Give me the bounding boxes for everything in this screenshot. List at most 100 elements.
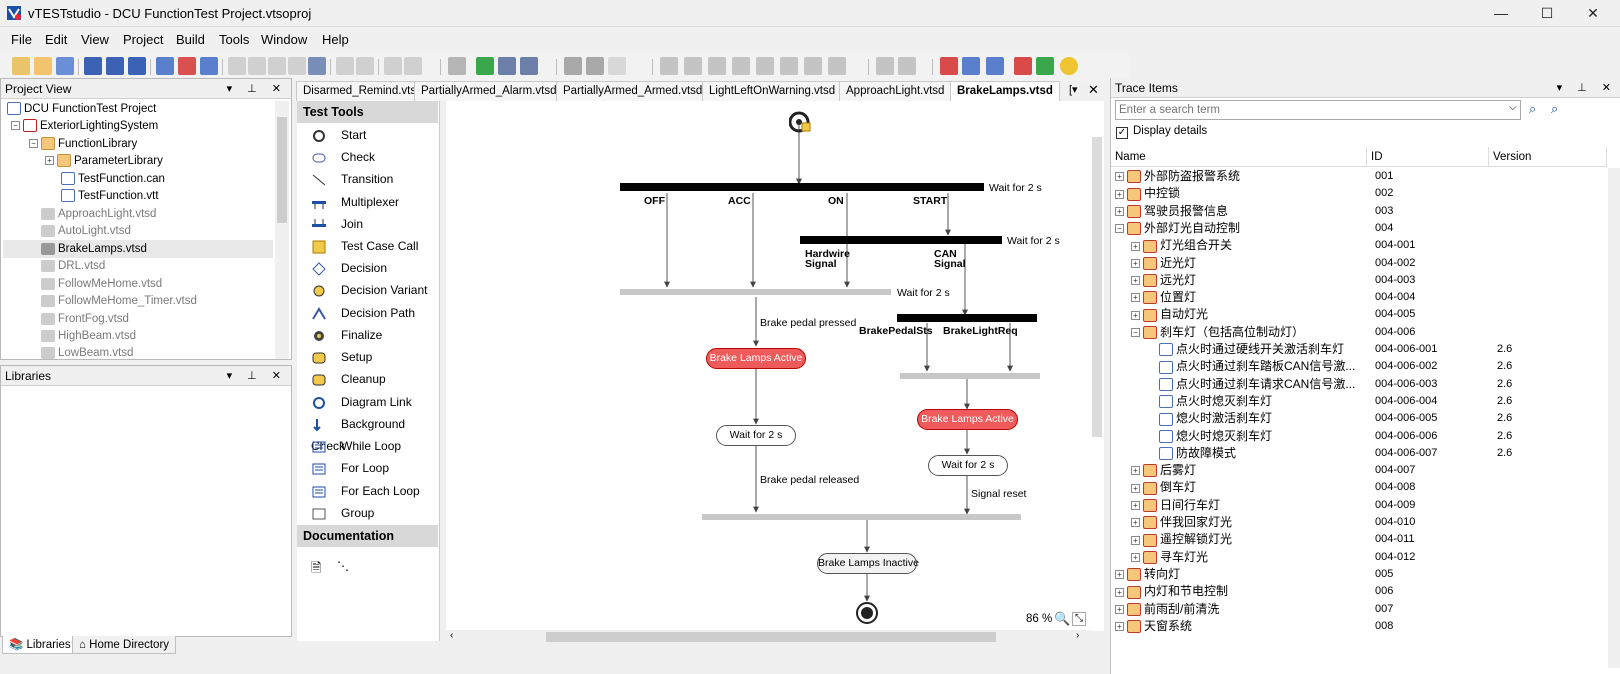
uncomment-icon[interactable] xyxy=(404,57,422,75)
trace-item-row[interactable]: − 外部灯光自动控制 004 xyxy=(1115,220,1620,238)
build-grid-icon[interactable] xyxy=(498,57,516,75)
trace-item-row[interactable]: + 伴我回家灯光 004-010 xyxy=(1115,514,1620,532)
expand-icon[interactable]: + xyxy=(1131,293,1140,303)
fit-view-icon[interactable]: ⤡ xyxy=(1072,612,1086,626)
trace-item-row[interactable]: + 近光灯 004-002 xyxy=(1115,255,1620,273)
expand-icon[interactable]: + xyxy=(1131,518,1140,528)
collapse-icon[interactable]: − xyxy=(1115,224,1124,234)
anchor-line-icon[interactable]: ⋱ xyxy=(337,559,349,573)
expand-icon[interactable]: + xyxy=(45,156,54,166)
tree-item-functionlibrary[interactable]: − FunctionLibrary xyxy=(29,135,137,153)
trace-item-row[interactable]: + 前雨刮/前清洗 007 xyxy=(1115,601,1620,619)
expand-icon[interactable]: + xyxy=(1115,570,1124,580)
column-name[interactable]: Name xyxy=(1111,147,1367,167)
tree-item-drl[interactable]: DRL.vtsd xyxy=(41,257,105,275)
layout-5-icon[interactable] xyxy=(756,57,774,75)
tool-for-each-loop[interactable]: For Each Loop xyxy=(311,480,420,502)
layout-1-icon[interactable] xyxy=(660,57,678,75)
project-view-scrollbar[interactable] xyxy=(275,101,289,359)
end-node-icon[interactable] xyxy=(855,601,879,625)
tab-lightleftonwarning[interactable]: LightLeftOnWarning.vtsd xyxy=(702,81,843,101)
tool-decision-path[interactable]: Decision Path xyxy=(311,302,415,324)
tool-while-loop[interactable]: While Loop xyxy=(311,435,401,457)
trace-item-row[interactable]: + 内灯和节电控制 006 xyxy=(1115,583,1620,601)
settings-icon[interactable] xyxy=(448,57,466,75)
trace-item-row[interactable]: 熄火时激活刹车灯 004-006-005 2.6 xyxy=(1115,410,1620,428)
tree-item-followmehome[interactable]: FollowMeHome.vtsd xyxy=(41,275,162,293)
trace-item-row[interactable]: + 灯光组合开关 004-001 xyxy=(1115,237,1620,255)
trace-item-row[interactable]: + 天窗系统 008 xyxy=(1115,618,1620,636)
tool-for-loop[interactable]: For Loop xyxy=(311,457,389,479)
new-test-unit-icon[interactable] xyxy=(156,57,174,75)
tab-libraries[interactable]: 📚 Libraries xyxy=(2,636,78,654)
open-project-icon[interactable] xyxy=(56,57,74,75)
find-icon[interactable] xyxy=(308,57,326,75)
report-icon[interactable] xyxy=(986,57,1004,75)
menu-view[interactable]: View xyxy=(81,32,109,47)
expand-icon[interactable]: + xyxy=(1131,552,1140,562)
trace-search-input[interactable] xyxy=(1115,100,1521,120)
trace-item-row[interactable]: + 寻车灯光 004-012 xyxy=(1115,549,1620,567)
trace-item-row[interactable]: 防故障模式 004-006-007 2.6 xyxy=(1115,445,1620,463)
tab-partiallyarmed-alarm[interactable]: PartiallyArmed_Alarm.vtsd xyxy=(414,81,564,101)
tree-item-autolight[interactable]: AutoLight.vtsd xyxy=(41,222,131,240)
scroll-left-icon[interactable]: ‹ xyxy=(450,630,453,641)
tree-item-testfunction-can[interactable]: TestFunction.can xyxy=(61,170,165,188)
tool-decision[interactable]: Decision xyxy=(311,257,387,279)
grid-icon[interactable] xyxy=(876,57,894,75)
brake-lamps-active-node-1[interactable]: Brake Lamps Active xyxy=(706,348,806,369)
start-node-icon[interactable] xyxy=(789,111,811,133)
menu-edit[interactable]: Edit xyxy=(45,32,67,47)
trace-item-row[interactable]: + 后雾灯 004-007 xyxy=(1115,462,1620,480)
brake-lamps-active-node-2[interactable]: Brake Lamps Active xyxy=(917,409,1018,430)
minimize-button[interactable]: — xyxy=(1478,0,1524,27)
trace-item-row[interactable]: 点火时通过刹车请求CAN信号激... 004-006-003 2.6 xyxy=(1115,376,1620,394)
menu-project[interactable]: Project xyxy=(123,32,163,47)
save-as-icon[interactable] xyxy=(106,57,124,75)
expand-icon[interactable]: + xyxy=(1115,172,1124,182)
join-bar-3[interactable] xyxy=(702,514,1021,520)
expand-icon[interactable]: + xyxy=(1115,622,1124,632)
tool-diagram-link[interactable]: Diagram Link xyxy=(311,391,412,413)
tool-multiplexer[interactable]: Multiplexer xyxy=(311,191,399,213)
tree-item-lowbeam[interactable]: LowBeam.vtsd xyxy=(41,344,133,362)
tree-item-exteriorlighting[interactable]: − ExteriorLightingSystem xyxy=(11,117,158,135)
multiplexer-bar-1[interactable] xyxy=(620,183,984,191)
expand-icon[interactable]: + xyxy=(1115,587,1124,597)
close-tab-icon[interactable]: ✕ xyxy=(1088,82,1099,98)
tool-decision-variant[interactable]: Decision Variant xyxy=(311,279,427,301)
redo-icon[interactable] xyxy=(356,57,374,75)
trace-item-row[interactable]: 点火时熄灭刹车灯 004-006-004 2.6 xyxy=(1115,393,1620,411)
tree-item-frontfog[interactable]: FrontFog.vtsd xyxy=(41,310,129,328)
collapse-icon[interactable]: − xyxy=(1131,328,1140,338)
tool-join[interactable]: Join xyxy=(311,213,363,235)
requirements-icon[interactable] xyxy=(940,57,958,75)
trace-item-row[interactable]: 熄火时熄灭刹车灯 004-006-006 2.6 xyxy=(1115,428,1620,446)
maximize-button[interactable]: ☐ xyxy=(1524,0,1570,27)
note-icon[interactable]: 🗎 xyxy=(311,559,321,581)
layout-7-icon[interactable] xyxy=(804,57,822,75)
trace-item-row[interactable]: + 远光灯 004-003 xyxy=(1115,272,1620,290)
menu-build[interactable]: Build xyxy=(176,32,205,47)
tool-setup[interactable]: Setup xyxy=(311,346,372,368)
zoom-tool-icon[interactable] xyxy=(898,57,916,75)
layout-8-icon[interactable] xyxy=(828,57,846,75)
trace-item-row[interactable]: + 中控锁 002 xyxy=(1115,185,1620,203)
layout-2-icon[interactable] xyxy=(684,57,702,75)
expand-icon[interactable]: + xyxy=(1115,206,1124,216)
collapse-icon[interactable]: − xyxy=(11,121,20,131)
expand-icon[interactable]: + xyxy=(1131,258,1140,268)
tree-item-followmehome-timer[interactable]: FollowMeHome_Timer.vtsd xyxy=(41,292,197,310)
expand-icon[interactable]: + xyxy=(1131,501,1140,511)
trace-item-row[interactable]: + 转向灯 005 xyxy=(1115,566,1620,584)
zoom-icon[interactable]: 🔍 xyxy=(1054,611,1070,627)
tree-item-testfunction-vtt[interactable]: TestFunction.vtt xyxy=(61,187,159,205)
cut-icon[interactable] xyxy=(228,57,246,75)
tree-item-brakelamps[interactable]: BrakeLamps.vtsd xyxy=(3,240,273,258)
align-icon[interactable] xyxy=(564,57,582,75)
tool-cleanup[interactable]: Cleanup xyxy=(311,368,386,390)
compile-icon[interactable] xyxy=(476,57,494,75)
scrollbar-thumb[interactable] xyxy=(277,117,287,223)
expand-icon[interactable]: + xyxy=(1131,241,1140,251)
trace-item-row[interactable]: + 日间行车灯 004-009 xyxy=(1115,497,1620,515)
